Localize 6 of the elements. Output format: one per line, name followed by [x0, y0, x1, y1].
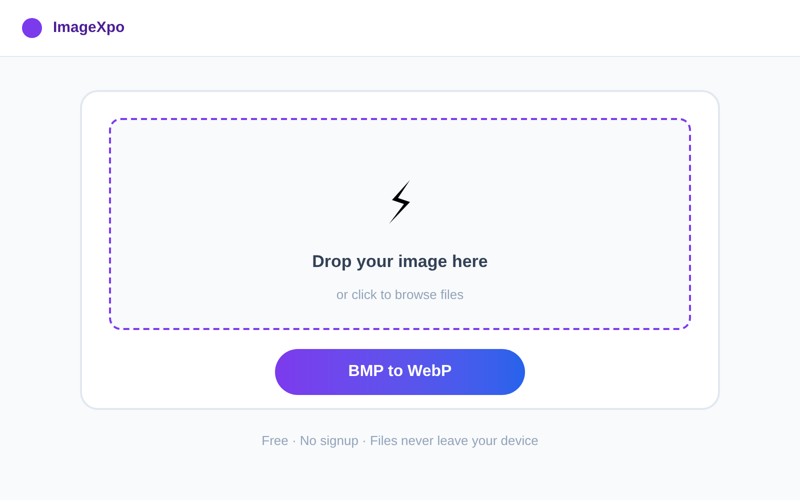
footer-tagline: Free · No signup · Files never leave your device — [262, 432, 538, 450]
convert-button[interactable]: BMP to WebP — [275, 349, 525, 395]
drop-subtitle: or click to browse files — [336, 286, 464, 304]
brand-name[interactable]: ImageXpo — [53, 16, 125, 40]
drop-zone[interactable]: Drop your image here or click to browse files — [109, 118, 691, 330]
drop-title: Drop your image here — [312, 251, 488, 273]
